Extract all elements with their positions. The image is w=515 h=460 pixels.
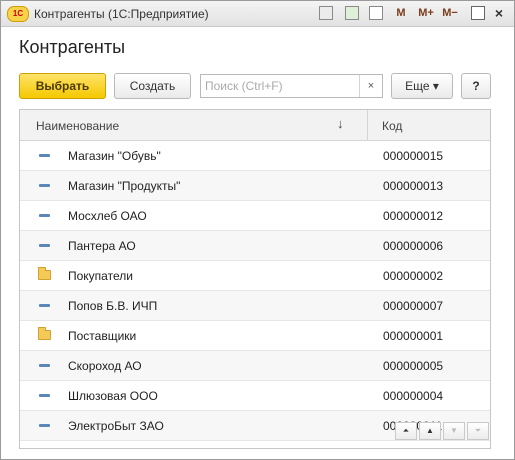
row-code: 000000002: [383, 269, 444, 283]
counterparties-table: Наименование ↓ Код Магазин "Обувь" 000000…: [19, 109, 491, 449]
create-button[interactable]: Создать: [114, 73, 191, 99]
row-name: ЭлектроБыт ЗАО: [68, 419, 164, 433]
memory-minus-button[interactable]: M−: [440, 5, 460, 22]
select-button[interactable]: Выбрать: [19, 73, 106, 99]
table-row[interactable]: Покупатели 000000002: [20, 261, 490, 291]
next-page-button[interactable]: ▼: [443, 422, 465, 440]
item-icon: [39, 394, 50, 397]
close-icon[interactable]: ×: [491, 5, 507, 22]
search-field[interactable]: ×: [200, 74, 383, 98]
window-title: Контрагенты (1С:Предприятие): [34, 7, 209, 21]
memory-plus-button[interactable]: M+: [415, 5, 437, 22]
first-page-button[interactable]: ⏶: [395, 422, 417, 440]
row-name: Поставщики: [68, 329, 137, 343]
search-input[interactable]: [203, 76, 362, 96]
column-divider[interactable]: [367, 110, 368, 140]
row-code: 000000007: [383, 299, 444, 313]
item-icon: [39, 214, 50, 217]
row-code: 000000012: [383, 209, 444, 223]
item-icon: [39, 424, 50, 427]
table-row[interactable]: Попов Б.В. ИЧП 000000007: [20, 291, 490, 321]
row-code: 000000006: [383, 239, 444, 253]
row-name: Мосхлеб ОАО: [68, 209, 147, 223]
row-name: Пантера АО: [68, 239, 136, 253]
table-row[interactable]: Поставщики 000000001: [20, 321, 490, 351]
table-row[interactable]: Скороход АО 000000005: [20, 351, 490, 381]
table-row[interactable]: Пантера АО 000000006: [20, 231, 490, 261]
row-code: 000000013: [383, 179, 444, 193]
item-icon: [39, 154, 50, 157]
title-bar: 1С Контрагенты (1С:Предприятие) M M+ M− …: [1, 1, 514, 27]
item-icon: [39, 364, 50, 367]
folder-icon: [38, 267, 51, 280]
app-window: 1С Контрагенты (1С:Предприятие) M M+ M− …: [0, 0, 515, 460]
table-header: Наименование ↓ Код: [20, 110, 490, 141]
clear-search-button[interactable]: ×: [359, 75, 382, 97]
table-body: Магазин "Обувь" 000000015 Магазин "Продукт…: [20, 141, 490, 441]
maximize-icon[interactable]: [471, 6, 485, 20]
item-icon: [39, 244, 50, 247]
table-row[interactable]: Магазин "Продукты" 000000013: [20, 171, 490, 201]
row-name: Шлюзовая ООО: [68, 389, 158, 403]
app-logo-icon: 1С: [7, 6, 29, 22]
page-title: Контрагенты: [19, 37, 126, 57]
table-row[interactable]: Шлюзовая ООО 000000004: [20, 381, 490, 411]
row-code: 000000004: [383, 389, 444, 403]
row-code: 000000015: [383, 149, 444, 163]
more-button[interactable]: Еще ▾: [391, 73, 453, 99]
print-icon[interactable]: [319, 6, 333, 20]
row-name: Скороход АО: [68, 359, 142, 373]
item-icon: [39, 304, 50, 307]
item-icon: [39, 184, 50, 187]
sort-arrow-icon: ↓: [337, 116, 344, 131]
row-name: Покупатели: [68, 269, 133, 283]
row-name: Магазин "Обувь": [68, 149, 161, 163]
prev-page-button[interactable]: ▲: [419, 422, 441, 440]
row-name: Попов Б.В. ИЧП: [68, 299, 158, 313]
row-code: 000000001: [383, 329, 444, 343]
table-row[interactable]: Магазин "Обувь" 000000015: [20, 141, 490, 171]
calculator-icon[interactable]: [345, 6, 359, 20]
help-button[interactable]: ?: [461, 73, 491, 99]
row-code: 000000005: [383, 359, 444, 373]
column-header-name[interactable]: Наименование: [36, 119, 119, 133]
row-name: Магазин "Продукты": [68, 179, 181, 193]
folder-icon: [38, 327, 51, 340]
calendar-icon[interactable]: [369, 6, 383, 20]
table-row[interactable]: Мосхлеб ОАО 000000012: [20, 201, 490, 231]
memory-button[interactable]: M: [394, 5, 408, 22]
last-page-button[interactable]: ⏷: [467, 422, 489, 440]
column-header-code[interactable]: Код: [382, 119, 402, 133]
